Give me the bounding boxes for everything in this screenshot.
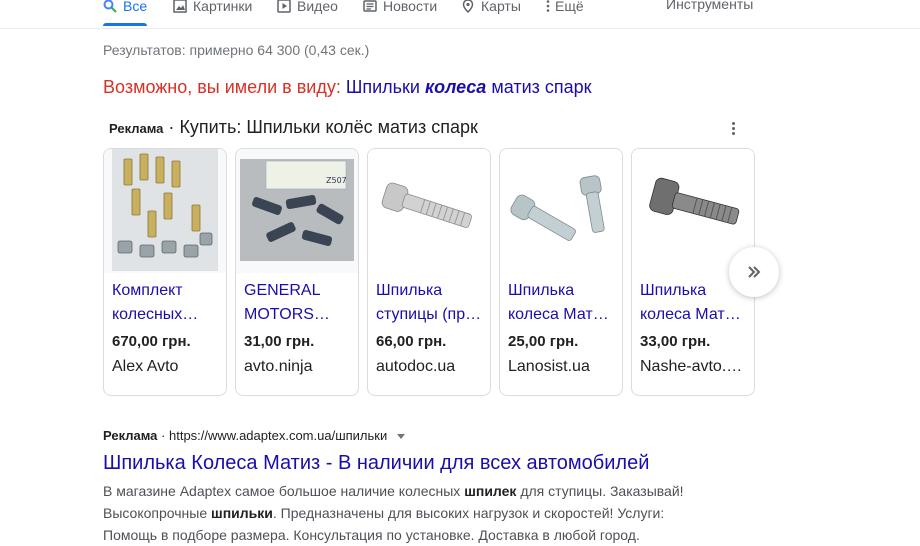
ad-description: В магазине Adaptex самое большое наличие… [103, 483, 684, 543]
search-icon [103, 0, 117, 13]
product-seller: Lanosist.ua [508, 358, 590, 375]
tab-label: Картинки [193, 0, 253, 14]
product-image [104, 149, 226, 273]
tab-label: Карты [481, 0, 521, 14]
carousel-next-button[interactable] [729, 247, 779, 297]
dropdown-arrow-icon[interactable] [396, 434, 405, 440]
ad-label: Реклама [109, 121, 164, 136]
product-image: Z507 [236, 149, 358, 273]
tab-label: Видео [297, 0, 338, 14]
search-tabs-bar: Все Картинки Видео Новости Карты Ещё Инс… [0, 0, 920, 29]
ad-title-link[interactable]: Шпилька Колеса Матиз - В наличии для все… [103, 452, 649, 475]
did-you-mean: Возможно, вы имели в виду: Шпильки колес… [103, 77, 592, 98]
separator: · [168, 117, 175, 137]
result-stats: Результатов: примерно 64 300 (0,43 сек.) [103, 42, 370, 58]
svg-text:Z507: Z507 [326, 176, 347, 185]
double-chevron-right-icon [748, 266, 761, 278]
image-icon [173, 0, 187, 13]
tab-label: Новости [383, 0, 438, 14]
shopping-title: Купить: Шпильки колёс матиз спарк [179, 117, 478, 137]
product-seller: Alex Avto [112, 358, 179, 375]
product-price: 31,00 грн. [244, 333, 315, 350]
news-icon [363, 0, 377, 12]
tab-maps[interactable]: Карты [461, 0, 521, 16]
product-price: 33,00 грн. [640, 333, 711, 350]
product-title[interactable]: Шпилька ступицы (пр… [376, 279, 484, 327]
ad-url[interactable]: https://www.adaptex.com.ua/шпильки [169, 428, 387, 443]
product-title[interactable]: Шпилька колеса Мат… [508, 279, 616, 327]
product-title[interactable]: Шпилька колеса Мат… [640, 279, 748, 327]
tab-more[interactable]: Ещё [545, 0, 584, 16]
suggested-query-link[interactable]: Шпильки колеса матиз спарк [346, 77, 592, 97]
tab-label: Ещё [555, 0, 584, 14]
product-title[interactable]: Комплект колесных… [112, 279, 220, 327]
product-card[interactable]: Z507 GENERAL MOTORS… 31,00 грн. avto.ninj… [235, 148, 359, 396]
tab-images[interactable]: Картинки [173, 0, 252, 16]
shopping-ads-header: Реклама · Купить: Шпильки колёс матиз сп… [109, 117, 478, 138]
product-title[interactable]: GENERAL MOTORS… [244, 279, 352, 327]
separator: · [161, 428, 166, 443]
product-card[interactable]: Шпилька ступицы (пр… 66,00 грн. autodoc.u… [367, 148, 491, 396]
product-card[interactable]: Комплект колесных… 670,00 грн. Alex Avto [103, 148, 227, 396]
text-ad-header: Реклама · https://www.adaptex.com.ua/шпи… [103, 428, 405, 443]
tab-news[interactable]: Новости [363, 0, 437, 16]
product-image [368, 149, 490, 273]
product-card[interactable]: Шпилька колеса Мат… 25,00 грн. Lanosist.u… [499, 148, 623, 396]
more-vert-icon [546, 0, 550, 12]
tab-label: Все [123, 0, 148, 14]
product-price: 670,00 грн. [112, 333, 191, 350]
product-image [500, 149, 622, 273]
product-seller: autodoc.ua [376, 358, 456, 375]
map-pin-icon [462, 0, 474, 13]
tab-video[interactable]: Видео [277, 0, 338, 16]
ad-label: Реклама [103, 428, 158, 443]
tools-button[interactable]: Инструменты [666, 0, 753, 12]
product-seller: avto.ninja [244, 358, 313, 375]
product-price: 25,00 грн. [508, 333, 579, 350]
product-price: 66,00 грн. [376, 333, 447, 350]
product-seller: Nashe-avto.… [640, 358, 743, 375]
more-options-icon[interactable] [727, 118, 739, 138]
did-you-mean-prefix: Возможно, вы имели в виду: [103, 77, 341, 97]
video-icon [277, 0, 291, 13]
tab-all[interactable]: Все [103, 0, 148, 26]
